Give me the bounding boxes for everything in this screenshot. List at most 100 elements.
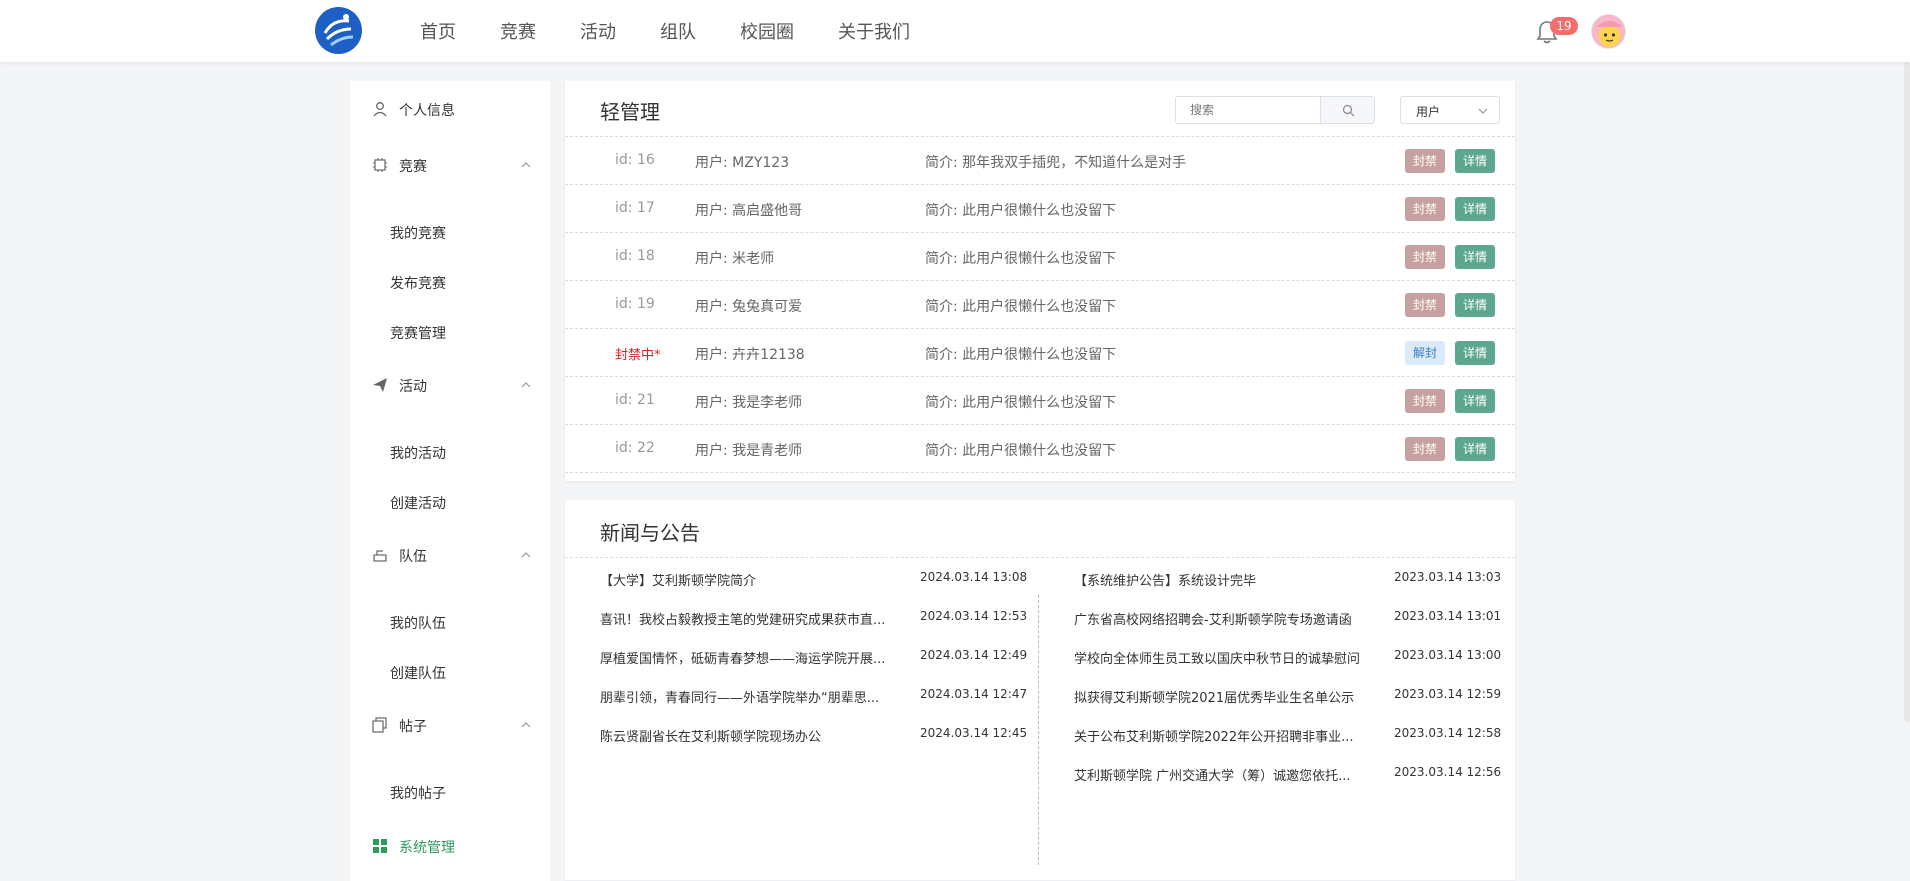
chevron-up-icon (520, 549, 532, 561)
sidebar-group-team[interactable]: 队伍 (350, 535, 550, 575)
news-list-right: 【系统维护公告】系统设计完毕 2023.03.14 13:03 广东省高校网络招聘会… (1074, 570, 1514, 804)
panel-title: 新闻与公告 (600, 521, 700, 545)
team-icon (372, 547, 388, 563)
nav-campus[interactable]: 校园圈 (740, 18, 794, 44)
sidebar-item-label: 我的帖子 (390, 786, 446, 802)
user-list: id: 16 用户: MZY123 简介: 那年我双手插兜，不知道什么是对手 封禁 详情… (565, 136, 1515, 473)
copy-icon (372, 717, 388, 733)
ban-button[interactable]: 封禁 (1405, 197, 1445, 221)
sidebar-group-label: 帖子 (399, 719, 427, 735)
grid-icon (372, 838, 388, 854)
user-name: 用户: MZY123 (695, 155, 790, 171)
news-item[interactable]: 关于公布艾利斯顿学院2022年公开招聘非事业... 2023.03.14 12:5… (1074, 726, 1514, 765)
sidebar-item-my-team[interactable]: 我的队伍 (350, 602, 550, 642)
news-item[interactable]: 艾利斯顿学院 广州交通大学（筹）诚邀您依托... 2023.03.14 12:56 (1074, 765, 1514, 804)
type-select[interactable]: 用户 (1400, 96, 1500, 124)
user-id: id: 19 (615, 296, 655, 312)
sidebar-group-label: 活动 (399, 379, 427, 395)
user-bio: 简介: 那年我双手插兜，不知道什么是对手 (925, 155, 1187, 171)
user-id: id: 22 (615, 440, 655, 456)
user-name: 用户: 卉卉12138 (695, 347, 805, 363)
news-item[interactable]: 朋辈引领，青春同行——外语学院举办“朋辈思... 2024.03.14 12:47 (600, 687, 1040, 726)
detail-button[interactable]: 详情 (1455, 245, 1495, 269)
news-date: 2023.03.14 12:58 (1394, 726, 1502, 740)
detail-button[interactable]: 详情 (1455, 437, 1495, 461)
news-title: 朋辈引领，青春同行——外语学院举办“朋辈思... (600, 691, 880, 706)
detail-button[interactable]: 详情 (1455, 389, 1495, 413)
nav-team[interactable]: 组队 (660, 18, 696, 44)
sidebar-item-my-competition[interactable]: 我的竞赛 (350, 212, 550, 252)
news-item[interactable]: 拟获得艾利斯顿学院2021届优秀毕业生名单公示 2023.03.14 12:59 (1074, 687, 1514, 726)
sidebar-group-post[interactable]: 帖子 (350, 705, 550, 745)
ban-button[interactable]: 封禁 (1405, 389, 1445, 413)
news-date: 2024.03.14 12:47 (920, 687, 1028, 701)
news-item[interactable]: 【系统维护公告】系统设计完毕 2023.03.14 13:03 (1074, 570, 1514, 609)
news-item[interactable]: 陈云贤副省长在艾利斯顿学院现场办公 2024.03.14 12:45 (600, 726, 1040, 765)
sidebar-group-competition[interactable]: 竞赛 (350, 145, 550, 185)
sidebar-item-system-manage[interactable]: 系统管理 (350, 826, 550, 866)
user-bio: 简介: 此用户很懒什么也没留下 (925, 299, 1117, 315)
ban-button[interactable]: 封禁 (1405, 437, 1445, 461)
nav-about[interactable]: 关于我们 (838, 18, 910, 44)
news-item[interactable]: 厚植爱国情怀，砥砺青春梦想——海运学院开展... 2024.03.14 12:49 (600, 648, 1040, 687)
nav-home[interactable]: 首页 (420, 18, 456, 44)
sidebar-item-label: 系统管理 (399, 840, 455, 856)
nav-competition[interactable]: 竞赛 (500, 18, 536, 44)
news-item[interactable]: 【大学】艾利斯顿学院简介 2024.03.14 13:08 (600, 570, 1040, 609)
news-item[interactable]: 学校向全体师生员工致以国庆中秋节日的诚挚慰问 2023.03.14 13:00 (1074, 648, 1514, 687)
search-button[interactable] (1320, 96, 1375, 124)
news-item[interactable]: 喜讯！我校占毅教授主笔的党建研究成果获市直... 2024.03.14 12:53 (600, 609, 1040, 648)
news-item[interactable]: 广东省高校网络招聘会-艾利斯顿学院专场邀请函 2023.03.14 13:01 (1074, 609, 1514, 648)
sidebar-item-my-post[interactable]: 我的帖子 (350, 772, 550, 812)
unban-button[interactable]: 解封 (1405, 341, 1445, 365)
sidebar-item-competition-manage[interactable]: 竞赛管理 (350, 312, 550, 352)
search-input[interactable] (1175, 96, 1321, 124)
ban-button[interactable]: 封禁 (1405, 245, 1445, 269)
sidebar-item-label: 我的队伍 (390, 616, 446, 632)
avatar[interactable] (1591, 14, 1626, 49)
sidebar-group-activity[interactable]: 活动 (350, 365, 550, 405)
table-row: id: 18 用户: 米老师 简介: 此用户很懒什么也没留下 封禁 详情 (565, 233, 1515, 281)
news-date: 2024.03.14 12:53 (920, 609, 1028, 623)
table-row: id: 22 用户: 我是青老师 简介: 此用户很懒什么也没留下 封禁 详情 (565, 425, 1515, 473)
sidebar-group-label: 竞赛 (399, 159, 427, 175)
news-date: 2024.03.14 13:08 (920, 570, 1028, 584)
user-bio: 简介: 此用户很懒什么也没留下 (925, 443, 1117, 459)
news-list-left: 【大学】艾利斯顿学院简介 2024.03.14 13:08 喜讯！我校占毅教授主笔的… (600, 570, 1040, 765)
sidebar-item-my-activity[interactable]: 我的活动 (350, 432, 550, 472)
user-icon (372, 101, 388, 117)
news-date: 2023.03.14 13:00 (1394, 648, 1502, 662)
news-date: 2023.03.14 12:56 (1394, 765, 1502, 779)
user-name: 用户: 高启盛他哥 (695, 203, 803, 219)
site-logo[interactable] (315, 7, 362, 54)
news-date: 2024.03.14 12:49 (920, 648, 1028, 662)
cpu-icon (372, 157, 388, 173)
user-bio: 简介: 此用户很懒什么也没留下 (925, 251, 1117, 267)
detail-button[interactable]: 详情 (1455, 293, 1495, 317)
detail-button[interactable]: 详情 (1455, 341, 1495, 365)
sidebar-item-label: 个人信息 (399, 103, 455, 119)
panel-title: 轻管理 (600, 100, 660, 124)
sidebar-item-create-activity[interactable]: 创建活动 (350, 482, 550, 522)
sidebar-item-publish-competition[interactable]: 发布竞赛 (350, 262, 550, 302)
ban-button[interactable]: 封禁 (1405, 149, 1445, 173)
sidebar-item-create-team[interactable]: 创建队伍 (350, 652, 550, 692)
page-scrollbar[interactable] (1904, 62, 1910, 722)
news-title: 关于公布艾利斯顿学院2022年公开招聘非事业... (1074, 730, 1354, 745)
ban-button[interactable]: 封禁 (1405, 293, 1445, 317)
notification-badge: 19 (1550, 17, 1578, 35)
detail-button[interactable]: 详情 (1455, 197, 1495, 221)
detail-button[interactable]: 详情 (1455, 149, 1495, 173)
chevron-down-icon (1478, 108, 1488, 114)
divider (565, 557, 1515, 558)
user-bio: 简介: 此用户很懒什么也没留下 (925, 347, 1117, 363)
table-row: 封禁中* 用户: 卉卉12138 简介: 此用户很懒什么也没留下 解封 详情 (565, 329, 1515, 377)
news-date: 2023.03.14 13:03 (1394, 570, 1502, 584)
news-title: 【系统维护公告】系统设计完毕 (1074, 574, 1257, 589)
news-title: 艾利斯顿学院 广州交通大学（筹）诚邀您依托... (1074, 769, 1351, 784)
sidebar: 个人信息 竞赛 我的竞赛 发布竞赛 竞赛管理 活动 我的活动 创建活动 队伍 我… (350, 81, 550, 881)
news-title: 喜讯！我校占毅教授主笔的党建研究成果获市直... (600, 613, 886, 628)
nav-activity[interactable]: 活动 (580, 18, 616, 44)
sidebar-item-label: 发布竞赛 (390, 276, 446, 292)
sidebar-item-profile[interactable]: 个人信息 (350, 89, 550, 129)
